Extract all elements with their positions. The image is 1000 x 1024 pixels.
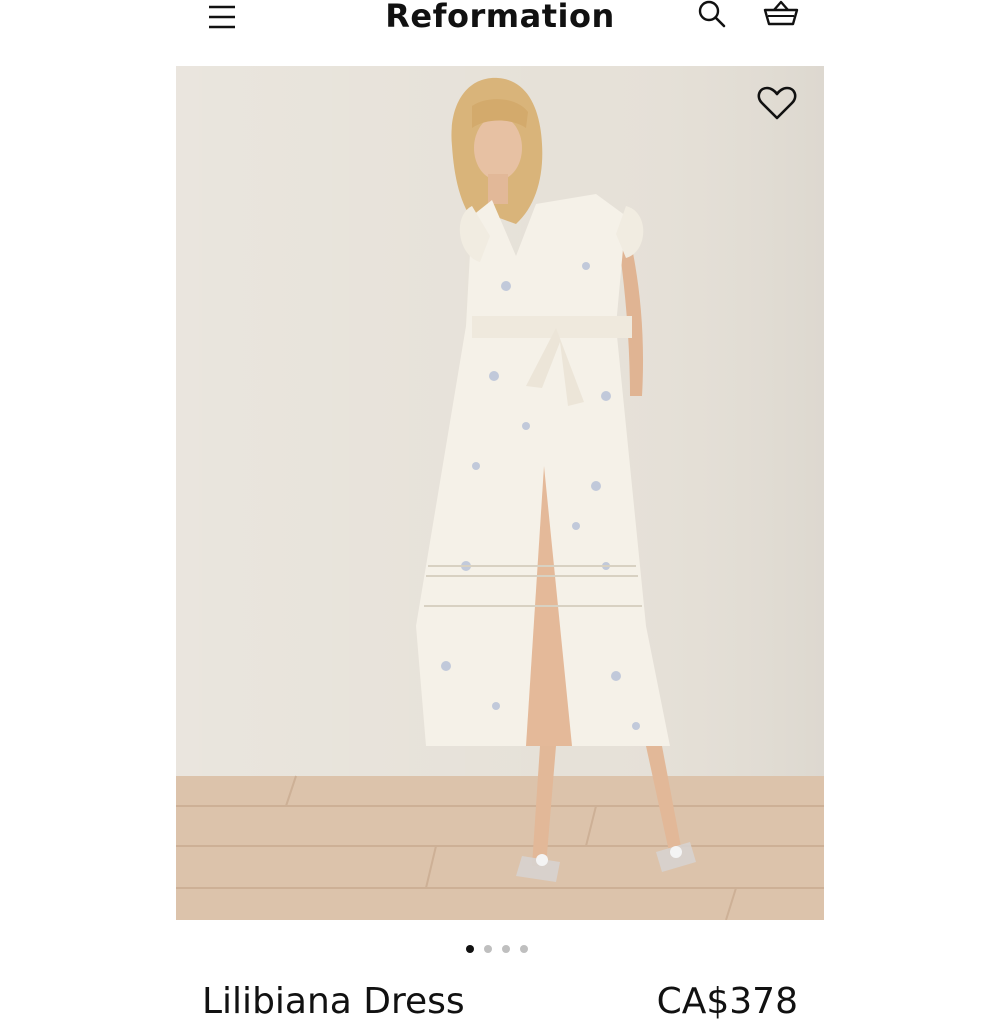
carousel-dot-3[interactable] (502, 945, 510, 953)
carousel-dots (466, 945, 528, 957)
search-icon[interactable] (696, 0, 728, 30)
heart-icon[interactable] (756, 84, 798, 122)
site-header: Reformation (0, 0, 1000, 60)
brand-logo[interactable]: Reformation (0, 0, 1000, 38)
carousel-dot-4[interactable] (520, 945, 528, 953)
carousel-dot-1[interactable] (466, 945, 474, 953)
product-price: CA$378 (656, 981, 798, 1022)
carousel-dot-2[interactable] (484, 945, 492, 953)
product-name: Lilibiana Dress (202, 981, 465, 1022)
shopping-bag-icon[interactable] (762, 0, 800, 30)
product-image[interactable] (176, 66, 824, 920)
